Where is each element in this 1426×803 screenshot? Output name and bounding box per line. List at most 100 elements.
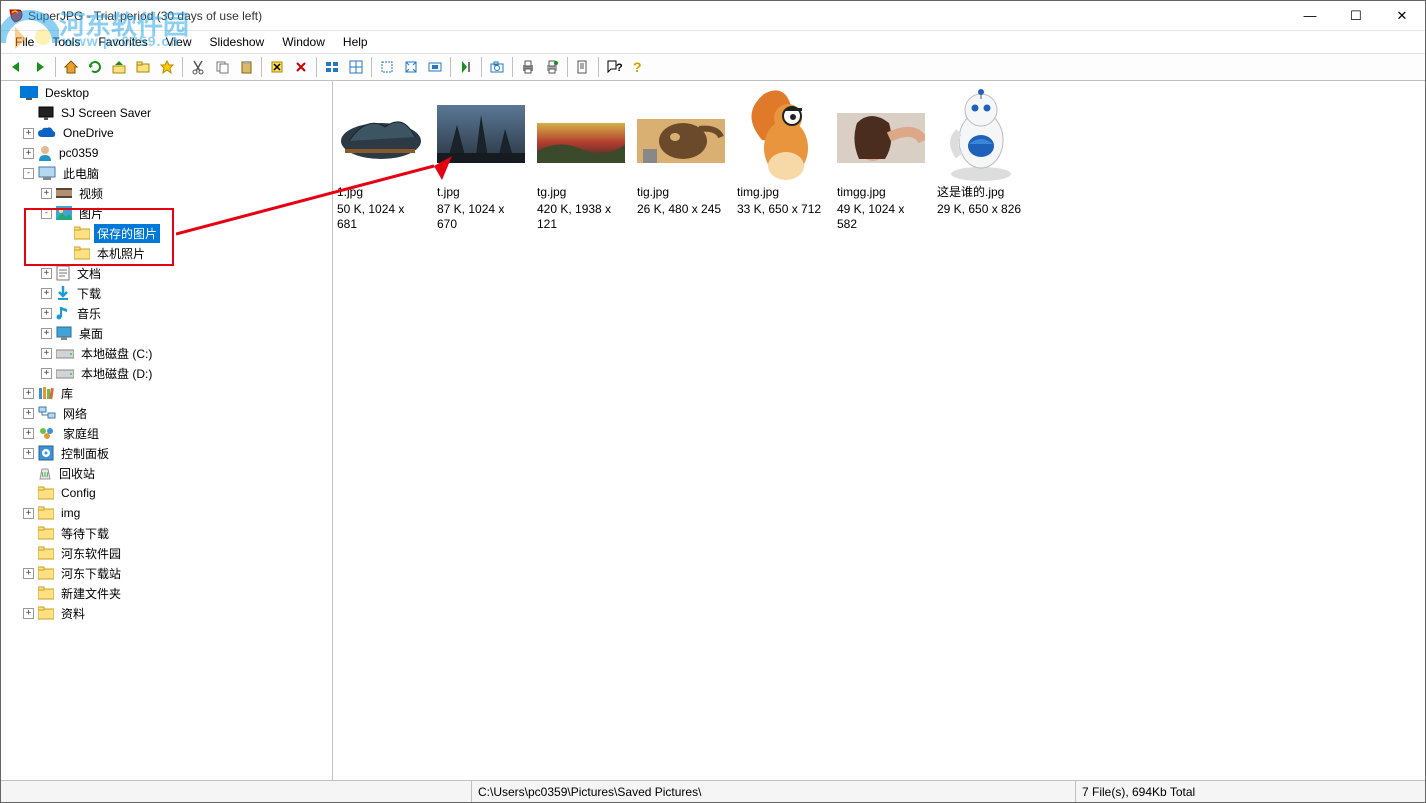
tree-node-label[interactable]: 下载 [74, 284, 104, 303]
menu-help[interactable]: Help [335, 33, 376, 51]
tree-node-label[interactable]: 桌面 [76, 324, 106, 343]
help-button[interactable]: ? [627, 56, 649, 78]
tree-node-label[interactable]: 此电脑 [60, 164, 102, 183]
expander-icon[interactable]: + [23, 408, 34, 419]
copy-button[interactable] [211, 56, 233, 78]
camera-button[interactable] [486, 56, 508, 78]
tree-node[interactable]: + 本地磁盘 (C:) [1, 343, 332, 363]
tree-node[interactable]: + 本地磁盘 (D:) [1, 363, 332, 383]
expander-icon[interactable]: + [41, 188, 52, 199]
tree-node[interactable]: 等待下载 [1, 523, 332, 543]
view-list-button[interactable] [321, 56, 343, 78]
refresh-button[interactable] [84, 56, 106, 78]
delete-x-button[interactable] [266, 56, 288, 78]
tree-node[interactable]: + OneDrive [1, 123, 332, 143]
tree-node-label[interactable]: Config [58, 485, 99, 501]
home-button[interactable] [60, 56, 82, 78]
tree-node[interactable]: + img [1, 503, 332, 523]
cut-button[interactable] [187, 56, 209, 78]
expander-icon[interactable]: + [41, 368, 52, 379]
tree-node[interactable]: + 家庭组 [1, 423, 332, 443]
tree-node-label[interactable]: 家庭组 [60, 424, 102, 443]
fit-button[interactable] [400, 56, 422, 78]
close-button[interactable]: ✕ [1379, 1, 1425, 31]
tree-node-label[interactable]: img [58, 505, 83, 521]
thumbnail-item[interactable]: timg.jpg33 K, 650 x 712 [737, 85, 825, 217]
expander-icon[interactable]: + [23, 428, 34, 439]
tree-node[interactable]: SJ Screen Saver [1, 103, 332, 123]
expander-icon[interactable]: + [41, 348, 52, 359]
settings-button[interactable] [572, 56, 594, 78]
expander-icon[interactable]: + [23, 508, 34, 519]
tree-node-label[interactable]: OneDrive [60, 125, 117, 141]
tree-node-label[interactable]: 资料 [58, 604, 88, 623]
tree-node-label[interactable]: 等待下载 [58, 524, 112, 543]
network-icon [38, 406, 56, 420]
expander-icon[interactable]: + [41, 328, 52, 339]
view-grid-button[interactable] [345, 56, 367, 78]
tree-node-label[interactable]: 本地磁盘 (C:) [78, 344, 155, 363]
expander-icon[interactable]: + [23, 148, 34, 159]
boundary-button[interactable] [424, 56, 446, 78]
tree-node[interactable]: + 文档 [1, 263, 332, 283]
menu-slideshow[interactable]: Slideshow [202, 33, 273, 51]
thumbnail-filename: tig.jpg [637, 185, 725, 200]
tree-node-label[interactable]: 视频 [76, 184, 106, 203]
tree-node[interactable]: + 网络 [1, 403, 332, 423]
minimize-button[interactable]: — [1287, 1, 1333, 31]
tree-node-label[interactable]: 河东下载站 [58, 564, 124, 583]
tree-node[interactable]: + 桌面 [1, 323, 332, 343]
up-button[interactable] [108, 56, 130, 78]
expander-icon[interactable]: + [23, 128, 34, 139]
expander-icon[interactable]: - [23, 168, 34, 179]
expander-icon[interactable]: + [41, 288, 52, 299]
forward-button[interactable] [29, 56, 51, 78]
thumbnail-item[interactable]: tig.jpg26 K, 480 x 245 [637, 85, 725, 217]
favorite-button[interactable] [156, 56, 178, 78]
tree-node-label[interactable]: 文档 [74, 264, 104, 283]
tree-node[interactable]: 河东软件园 [1, 543, 332, 563]
tree-node-label[interactable]: 新建文件夹 [58, 584, 124, 603]
tree-node-label[interactable]: 河东软件园 [58, 544, 124, 563]
thumbnail-pane[interactable]: 1.jpg50 K, 1024 x 681t.jpg87 K, 1024 x 6… [333, 81, 1425, 780]
expander-icon[interactable]: + [23, 568, 34, 579]
print-button[interactable] [517, 56, 539, 78]
tree-node-label[interactable]: 库 [58, 384, 76, 403]
thumbnail-item[interactable]: tg.jpg420 K, 1938 x 121 [537, 85, 625, 232]
tree-node[interactable]: + 资料 [1, 603, 332, 623]
play-button[interactable] [455, 56, 477, 78]
expander-icon[interactable]: + [23, 448, 34, 459]
tree-node-label[interactable]: Desktop [42, 85, 92, 101]
tree-node[interactable]: + 河东下载站 [1, 563, 332, 583]
expander-icon[interactable]: + [41, 308, 52, 319]
thumbnail-item[interactable]: timgg.jpg49 K, 1024 x 582 [837, 85, 925, 232]
whatsthis-button[interactable]: ? [603, 56, 625, 78]
delete-button[interactable] [290, 56, 312, 78]
tree-node-label[interactable]: 本地磁盘 (D:) [78, 364, 155, 383]
back-button[interactable] [5, 56, 27, 78]
tree-node-label[interactable]: SJ Screen Saver [58, 105, 154, 121]
tree-node-label[interactable]: 回收站 [56, 464, 98, 483]
tree-node[interactable]: 回收站 [1, 463, 332, 483]
tree-node[interactable]: +库 [1, 383, 332, 403]
tree-node[interactable]: Desktop [1, 83, 332, 103]
tree-node[interactable]: + 控制面板 [1, 443, 332, 463]
maximize-button[interactable]: ☐ [1333, 1, 1379, 31]
menu-window[interactable]: Window [274, 33, 333, 51]
tree-node-label[interactable]: 音乐 [74, 304, 104, 323]
tree-node[interactable]: + 下载 [1, 283, 332, 303]
fullscreen-button[interactable] [376, 56, 398, 78]
expander-icon[interactable]: + [23, 388, 34, 399]
print2-button[interactable] [541, 56, 563, 78]
folder-button[interactable] [132, 56, 154, 78]
paste-button[interactable] [235, 56, 257, 78]
tree-node-label[interactable]: 网络 [60, 404, 90, 423]
tree-node-label[interactable]: 控制面板 [58, 444, 112, 463]
tree-node[interactable]: Config [1, 483, 332, 503]
tree-node[interactable]: 新建文件夹 [1, 583, 332, 603]
thumbnail-item[interactable]: 这是谁的.jpg29 K, 650 x 826 [937, 85, 1025, 217]
expander-icon[interactable]: + [41, 268, 52, 279]
expander-icon[interactable]: + [23, 608, 34, 619]
tree-node[interactable]: + 音乐 [1, 303, 332, 323]
tree-node-label[interactable]: pc0359 [56, 145, 101, 161]
